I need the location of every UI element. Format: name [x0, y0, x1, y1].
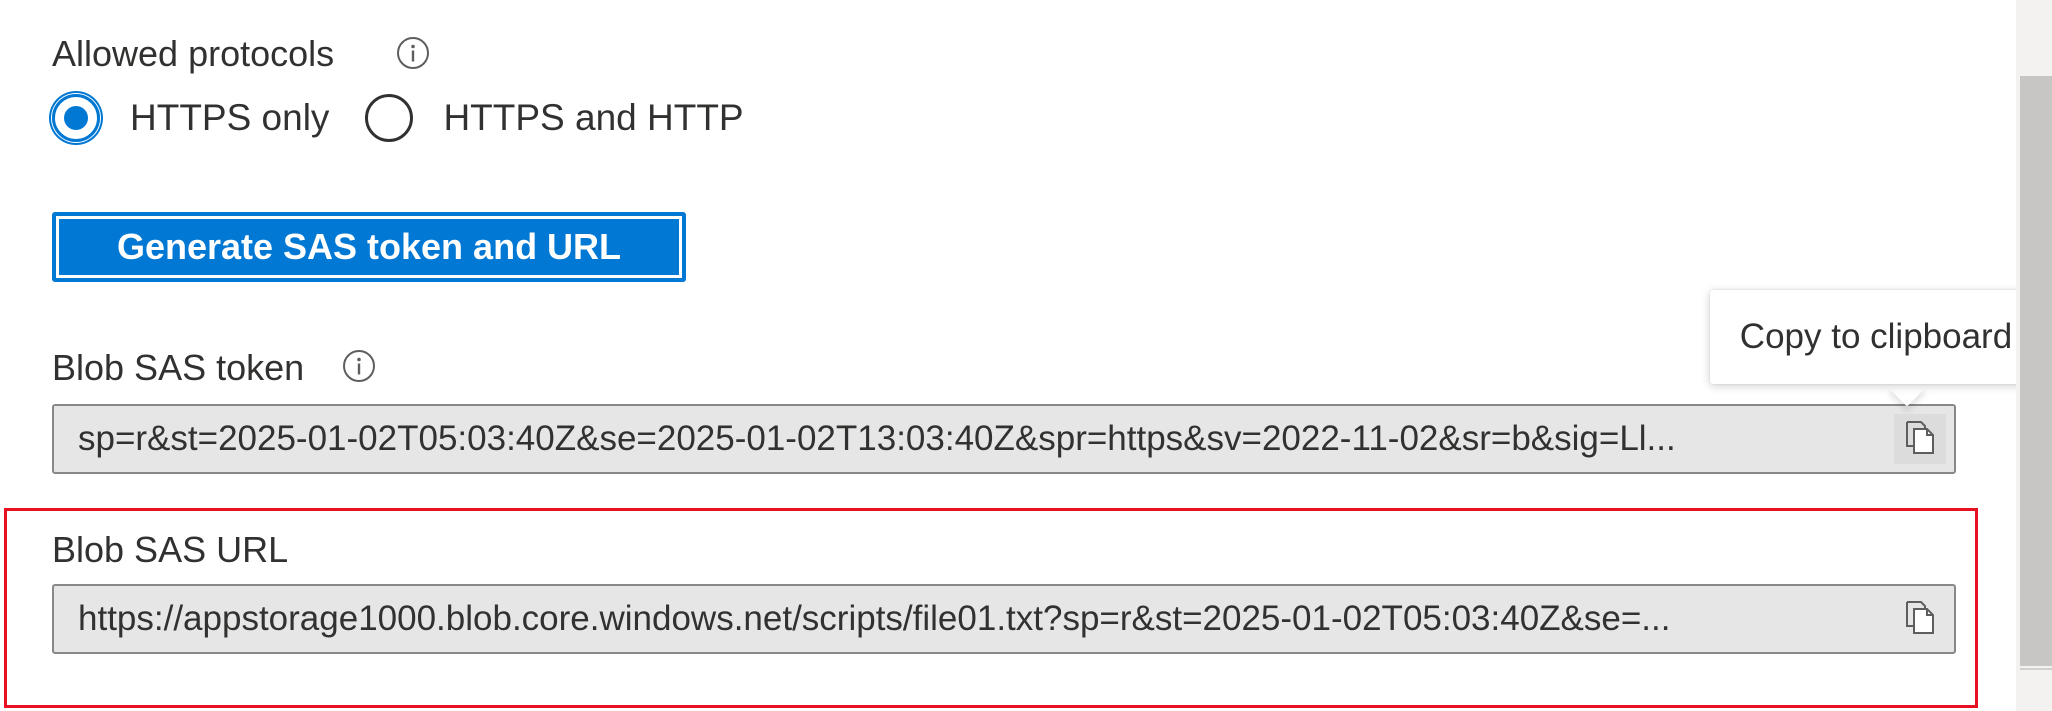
blob-sas-token-field[interactable]: sp=r&st=2025-01-02T05:03:40Z&se=2025-01-…	[52, 404, 1956, 474]
blob-sas-url-field[interactable]: https://appstorage1000.blob.core.windows…	[52, 584, 1956, 654]
radio-button-checked[interactable]	[52, 94, 100, 142]
copy-icon	[1903, 419, 1937, 460]
tooltip-text: Copy to clipboard	[1739, 317, 2013, 356]
radio-button-unchecked[interactable]	[365, 94, 414, 142]
radio-label-https-only: HTTPS only	[130, 97, 330, 138]
blob-sas-token-text[interactable]: sp=r&st=2025-01-02T05:03:40Z&se=2025-01-…	[78, 419, 1676, 459]
scrollbar-thumb[interactable]	[2020, 76, 2052, 666]
radio-label-https-and-http: HTTPS and HTTP	[443, 97, 744, 138]
info-icon[interactable]	[342, 349, 376, 383]
info-icon[interactable]	[396, 36, 430, 70]
allowed-protocols-label: Allowed protocols	[52, 33, 335, 74]
blob-sas-url-label: Blob SAS URL	[52, 529, 289, 570]
copy-tooltip: Copy to clipboard	[1710, 290, 2042, 384]
copy-icon	[1903, 599, 1937, 640]
blob-sas-token-value[interactable]: sp=r&st=2025-01-02T05:03:40Z&se=2025-01-…	[78, 406, 1872, 472]
radio-https-and-http[interactable]: HTTPS and HTTP	[365, 94, 744, 142]
blob-sas-url-value[interactable]: https://appstorage1000.blob.core.windows…	[78, 586, 1872, 652]
sas-settings-panel: Allowed protocols HTTPS only HTTPS and H…	[0, 0, 2052, 711]
blob-sas-token-label: Blob SAS token	[52, 347, 305, 388]
blob-sas-url-text[interactable]: https://appstorage1000.blob.core.windows…	[78, 599, 1670, 639]
protocols-radio-group: HTTPS only HTTPS and HTTP	[52, 88, 744, 148]
generate-sas-button[interactable]: Generate SAS token and URL	[52, 212, 686, 282]
copy-token-button[interactable]	[1894, 414, 1946, 464]
copy-url-button[interactable]	[1894, 594, 1946, 644]
scrollbar-track-end	[2020, 668, 2052, 670]
radio-https-only[interactable]: HTTPS only	[52, 94, 329, 142]
